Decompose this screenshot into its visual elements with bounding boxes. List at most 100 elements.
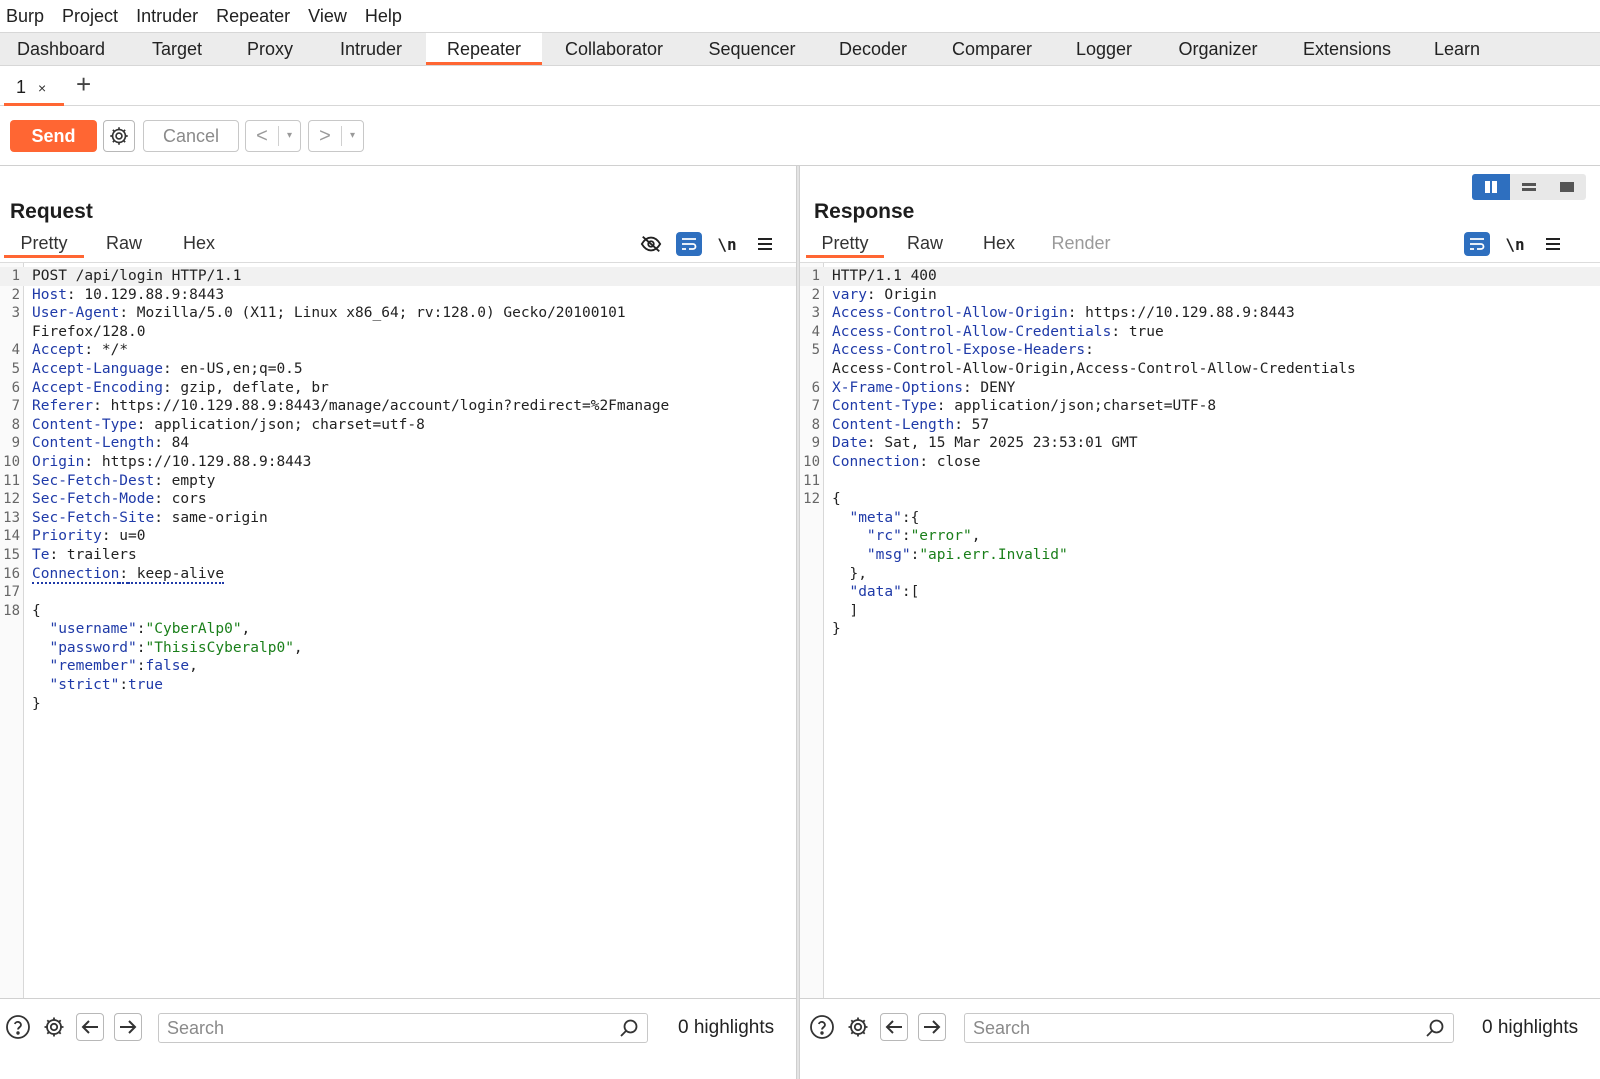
header-value: DENY: [971, 379, 1016, 396]
request-tab-raw[interactable]: Raw: [90, 228, 158, 258]
response-tab-pretty[interactable]: Pretty: [806, 228, 884, 258]
header-name: Sec-Fetch-Mode: [32, 491, 155, 508]
menu-project[interactable]: Project: [54, 0, 128, 32]
request-tab-pretty[interactable]: Pretty: [4, 228, 84, 258]
newline-icon[interactable]: \n: [714, 232, 740, 256]
tab-proxy[interactable]: Proxy: [226, 33, 314, 65]
gear-icon[interactable]: [40, 1013, 68, 1041]
previous-match-button[interactable]: [76, 1013, 104, 1041]
menu-bar: Burp Project Intruder Repeater View Help: [0, 0, 1600, 32]
repeater-tab-number: 1: [16, 77, 27, 97]
menu-repeater[interactable]: Repeater: [208, 0, 300, 32]
response-editor[interactable]: 1 HTTP/1.1 400 2 vary: Origin 3 Access-Contro…: [800, 262, 1600, 1014]
line-number: 17: [3, 584, 20, 601]
json-punctuation: ,: [293, 639, 303, 656]
newline-icon[interactable]: \n: [1502, 232, 1528, 256]
json-value: "ThisisCyberalp0": [145, 639, 294, 656]
header-value: same-origin: [162, 509, 268, 526]
side-by-side-layout-button[interactable]: [1472, 174, 1510, 200]
json-value: "api.err.Invalid": [919, 546, 1068, 563]
cancel-button[interactable]: Cancel: [143, 120, 239, 152]
code-text: Accept: */*: [32, 341, 128, 360]
menu-icon[interactable]: [1540, 232, 1566, 256]
code-text: Te: trailers: [32, 546, 137, 565]
code-text: Firefox/128.0: [32, 323, 146, 342]
code-text: }: [832, 620, 841, 639]
stacked-layout-button[interactable]: [1510, 174, 1548, 200]
forward-button[interactable]: > ▾: [308, 120, 364, 152]
tab-decoder[interactable]: Decoder: [822, 33, 924, 65]
menu-burp[interactable]: Burp: [0, 0, 54, 32]
back-button[interactable]: < ▾: [245, 120, 301, 152]
menu-help[interactable]: Help: [357, 0, 412, 32]
code-line: 2 Host: 10.129.88.9:8443: [0, 286, 796, 305]
tab-learn[interactable]: Learn: [1414, 33, 1500, 65]
line-number: 7: [11, 398, 20, 415]
tab-target[interactable]: Target: [124, 33, 230, 65]
tab-intruder[interactable]: Intruder: [316, 33, 426, 65]
line-number: 11: [803, 472, 820, 489]
tab-dashboard[interactable]: Dashboard: [0, 33, 122, 65]
tab-logger[interactable]: Logger: [1056, 33, 1152, 65]
json-line: "data":[: [800, 583, 1600, 602]
tab-collaborator[interactable]: Collaborator: [546, 33, 682, 65]
repeater-tab-1[interactable]: 1 ×: [4, 72, 64, 106]
word-wrap-icon[interactable]: [1464, 232, 1490, 256]
menu-view[interactable]: View: [300, 0, 357, 32]
header-name: Referer: [32, 398, 94, 415]
request-editor[interactable]: 1 POST /api/login HTTP/1.1 2 Host: 10.129.8…: [0, 262, 796, 1014]
header-name: Access-Control-Allow-Origin: [832, 305, 1068, 322]
menu-icon[interactable]: [752, 232, 778, 256]
search-icon[interactable]: [1425, 1018, 1445, 1038]
menu-intruder[interactable]: Intruder: [128, 0, 208, 32]
add-tab-icon[interactable]: +: [76, 71, 91, 97]
response-tab-render[interactable]: Render: [1036, 228, 1126, 258]
gear-icon[interactable]: [844, 1013, 872, 1041]
next-match-button[interactable]: [918, 1013, 946, 1041]
json-key: "username": [49, 621, 137, 638]
code-text: Sec-Fetch-Mode: cors: [32, 490, 207, 509]
code-line: Access-Control-Allow-Origin,Access-Contr…: [800, 360, 1600, 379]
search-icon[interactable]: [619, 1018, 639, 1038]
tab-organizer[interactable]: Organizer: [1158, 33, 1278, 65]
settings-button[interactable]: [103, 120, 135, 152]
header-colon: :: [93, 398, 102, 415]
response-tab-raw[interactable]: Raw: [890, 228, 960, 258]
request-tab-hex[interactable]: Hex: [166, 228, 232, 258]
header-colon: :: [919, 453, 929, 470]
code-text: Access-Control-Expose-Headers:: [832, 341, 1094, 360]
line-number: 9: [11, 435, 20, 452]
response-tab-hex[interactable]: Hex: [966, 228, 1032, 258]
chevron-down-icon[interactable]: ▾: [341, 126, 363, 146]
search-input[interactable]: [965, 1014, 1405, 1042]
help-icon[interactable]: [4, 1013, 32, 1041]
code-text: "meta":{: [832, 509, 919, 528]
word-wrap-icon[interactable]: [676, 232, 702, 256]
hide-icon[interactable]: [638, 232, 664, 256]
json-punctuation: :: [901, 509, 911, 526]
tab-extensions[interactable]: Extensions: [1286, 33, 1408, 65]
code-line: 5 Access-Control-Expose-Headers:: [800, 341, 1600, 360]
header-colon: :: [1085, 342, 1094, 359]
header-name: Access-Control-Expose-Headers: [832, 342, 1086, 359]
send-button[interactable]: Send: [10, 120, 97, 152]
close-icon[interactable]: ×: [38, 80, 46, 96]
chevron-down-icon[interactable]: ▾: [278, 126, 300, 146]
code-line: 9 Date: Sat, 15 Mar 2025 23:53:01 GMT: [800, 434, 1600, 453]
next-match-button[interactable]: [114, 1013, 142, 1041]
tab-repeater[interactable]: Repeater: [426, 33, 542, 65]
response-title: Response: [814, 200, 915, 223]
code-text: Sec-Fetch-Site: same-origin: [32, 509, 268, 528]
previous-match-button[interactable]: [880, 1013, 908, 1041]
help-icon[interactable]: [808, 1013, 836, 1041]
line-number: 12: [3, 491, 20, 508]
search-input[interactable]: [159, 1014, 599, 1042]
code-line: 6 X-Frame-Options: DENY: [800, 379, 1600, 398]
code-line: 3 Access-Control-Allow-Origin: https://10…: [800, 304, 1600, 323]
json-key: "meta": [849, 509, 902, 526]
tab-comparer[interactable]: Comparer: [932, 33, 1052, 65]
single-layout-button[interactable]: [1548, 174, 1586, 200]
header-colon: :: [119, 305, 129, 322]
json-value: }: [832, 621, 841, 638]
tab-sequencer[interactable]: Sequencer: [686, 33, 818, 65]
